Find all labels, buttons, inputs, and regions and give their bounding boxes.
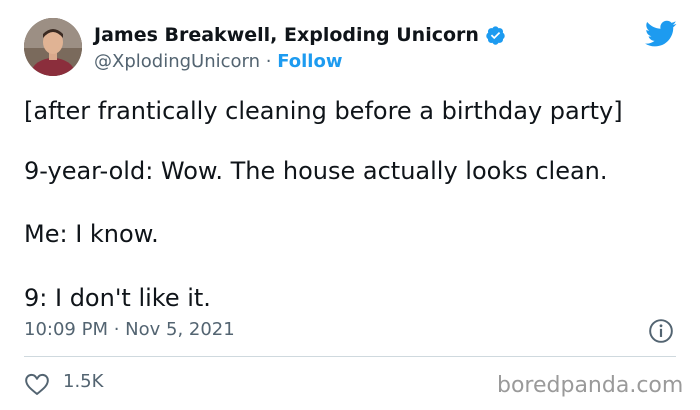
heart-icon[interactable] bbox=[24, 372, 50, 396]
author-avatar[interactable] bbox=[24, 18, 82, 76]
tweet-text-line: Me: I know. bbox=[24, 220, 159, 248]
tweet-card: James Breakwell, Exploding Unicorn @Xplo… bbox=[0, 0, 700, 410]
handle-separator: · bbox=[260, 51, 278, 72]
author-handle[interactable]: @XplodingUnicorn bbox=[94, 51, 260, 72]
twitter-bird-icon[interactable] bbox=[645, 20, 677, 48]
author-display-name[interactable]: James Breakwell, Exploding Unicorn bbox=[94, 24, 479, 46]
author-handle-row: @XplodingUnicorn · Follow bbox=[94, 51, 342, 72]
tweet-text-line: [after frantically cleaning before a bir… bbox=[24, 97, 623, 125]
info-icon[interactable] bbox=[648, 318, 674, 344]
tweet-timestamp[interactable]: 10:09 PM · Nov 5, 2021 bbox=[24, 319, 235, 340]
author-name-row[interactable]: James Breakwell, Exploding Unicorn bbox=[94, 24, 506, 46]
watermark: boredpanda.com bbox=[497, 373, 684, 398]
follow-link[interactable]: Follow bbox=[277, 51, 342, 72]
avatar-image bbox=[24, 18, 82, 76]
tweet-text-line: 9: I don't like it. bbox=[24, 284, 211, 312]
verified-badge-icon bbox=[486, 25, 505, 45]
like-count: 1.5K bbox=[63, 371, 104, 392]
tweet-text-line: 9-year-old: Wow. The house actually look… bbox=[24, 157, 608, 185]
divider bbox=[24, 356, 676, 357]
